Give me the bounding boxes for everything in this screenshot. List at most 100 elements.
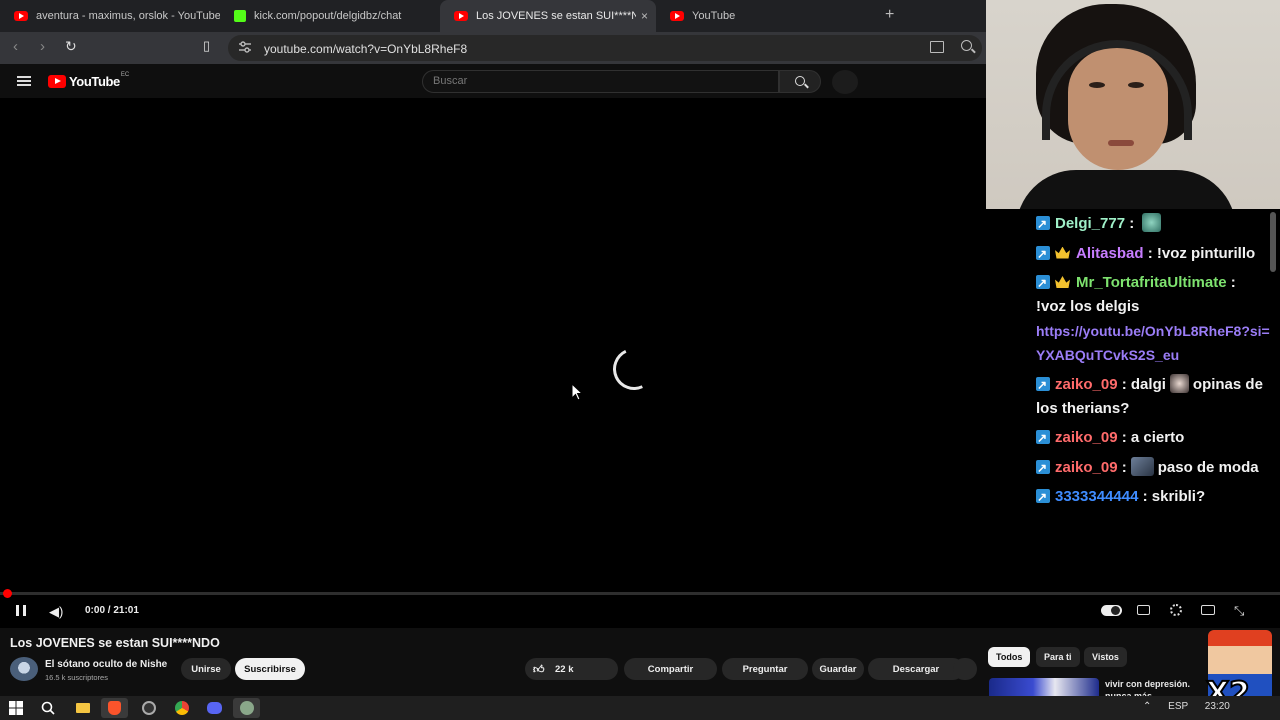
chat-username: zaiko_09	[1055, 458, 1118, 476]
channel-avatar[interactable]	[10, 657, 38, 681]
browser-tab-strip: aventura - maximus, orslok - YouTube kic…	[0, 0, 986, 32]
obs-icon[interactable]	[135, 698, 162, 718]
file-explorer-icon[interactable]	[69, 698, 96, 718]
youtube-icon	[14, 11, 28, 21]
chat-username: zaiko_09	[1055, 429, 1118, 446]
search-icon	[795, 76, 805, 86]
chevron-up-icon[interactable]: ⌃	[1143, 701, 1151, 712]
reload-icon[interactable]: ↻	[65, 38, 77, 55]
volume-icon[interactable]: ◀)	[49, 604, 63, 620]
back-arrow-icon[interactable]: ‹	[13, 38, 18, 55]
youtube-logo-text: YouTube	[69, 74, 120, 89]
emote-icon	[1130, 456, 1154, 476]
discord-icon[interactable]	[201, 698, 228, 718]
search-box[interactable]	[422, 70, 779, 93]
chat-text: paso de moda	[1157, 458, 1259, 476]
tab-title: YouTube	[692, 10, 736, 22]
bookmark-icon[interactable]: ▯	[203, 38, 210, 54]
windows-start-icon[interactable]	[9, 701, 23, 715]
video-info-area: Los JOVENES se estan SUI****NDO El sótan…	[0, 628, 1280, 696]
chat-text: !voz los delgis	[1036, 298, 1140, 315]
crown-icon	[1055, 246, 1070, 259]
tab-title: aventura - maximus, orslok - YouTube	[36, 10, 220, 22]
webcam-figure	[1016, 170, 1236, 209]
kick-badge-icon	[1036, 212, 1050, 236]
kick-badge-icon	[1036, 456, 1050, 480]
channel-name[interactable]: El sótano oculto de Nishe	[45, 659, 167, 670]
chat-link[interactable]: https://youtu.be/OnYbL8RheF8?si=YXABQuTC…	[1036, 319, 1276, 367]
chip-all[interactable]: Todos	[988, 647, 1031, 667]
youtube-logo[interactable]: YouTube EC	[48, 72, 129, 89]
search-input[interactable]	[433, 75, 763, 87]
windows-taskbar: ⌃ ESP 23:20	[0, 696, 1280, 720]
emote-icon	[1142, 213, 1162, 232]
chrome-icon[interactable]	[168, 698, 195, 718]
cast-icon[interactable]	[930, 41, 944, 53]
browser-tab-youtube[interactable]: YouTube	[656, 0, 856, 32]
zoom-icon[interactable]	[961, 40, 972, 51]
browser-tab-kick-chat[interactable]: kick.com/popout/delgidbz/chat	[220, 0, 440, 32]
chat-separator: :	[1230, 274, 1236, 291]
chat-username: Alitasbad	[1076, 244, 1144, 262]
chat-scrollbar[interactable]	[1270, 212, 1276, 272]
clock[interactable]: 23:20	[1205, 701, 1230, 712]
kick-badge-icon	[1036, 271, 1050, 295]
chat-message: Delgi_777 :	[1036, 212, 1276, 236]
webcam-figure	[1108, 140, 1134, 146]
browser-tab-aventura[interactable]: aventura - maximus, orslok - YouTube	[0, 0, 220, 32]
kick-badge-icon	[1036, 426, 1050, 450]
video-title: Los JOVENES se estan SUI****NDO	[10, 636, 220, 650]
scrubber-handle[interactable]	[3, 589, 12, 598]
browser-toolbar: ‹ › ↻ ▯ youtube.com/watch?v=OnYbL8RheF8	[0, 32, 986, 64]
gear-icon[interactable]	[1170, 604, 1182, 616]
brave-browser-icon[interactable]	[101, 698, 128, 718]
autoplay-toggle[interactable]	[1101, 605, 1122, 616]
subtitles-icon[interactable]	[1137, 605, 1150, 615]
recommended-video-thumbnail[interactable]	[989, 678, 1099, 696]
chat-separator: :	[1129, 215, 1135, 232]
search-button[interactable]	[779, 70, 821, 93]
theater-mode-icon[interactable]	[1201, 605, 1215, 615]
voice-search-button[interactable]	[832, 70, 858, 94]
ask-button[interactable]: Preguntar	[722, 658, 808, 680]
thumbs-up-icon: 👍︎	[533, 664, 545, 676]
chat-text: skribli?	[1151, 488, 1206, 505]
language-indicator[interactable]: ESP	[1168, 701, 1188, 712]
site-settings-icon[interactable]	[238, 40, 252, 54]
browser-tab-current-video[interactable]: Los JOVENES se estan SUI****NDO ×	[440, 0, 656, 32]
progress-bar[interactable]	[0, 589, 1280, 598]
chat-message: zaiko_09 : paso de moda	[1036, 456, 1276, 480]
app-icon[interactable]	[233, 698, 260, 718]
menu-icon[interactable]	[17, 76, 31, 86]
join-button[interactable]: Unirse	[181, 658, 231, 680]
stream-chat: Delgi_777 : Alitasbad : !voz pinturillo …	[1036, 212, 1276, 515]
pause-icon[interactable]	[16, 605, 26, 616]
chip-watched[interactable]: Vistos	[1084, 647, 1127, 667]
crown-icon	[1055, 276, 1070, 288]
recommended-video-title[interactable]: vivir con depresión. nunca más	[1105, 678, 1205, 696]
like-button[interactable]: 👍︎ 22 k	[525, 658, 618, 680]
chat-username: zaiko_09	[1055, 375, 1118, 393]
share-button[interactable]: Compartir	[624, 658, 717, 680]
chat-message: zaiko_09 : dalgiopinas de los therians?	[1036, 373, 1276, 421]
fullscreen-icon[interactable]: ⤡	[1234, 603, 1244, 619]
chat-username: Mr_TortafritaUltimate	[1076, 274, 1227, 291]
search-icon[interactable]	[41, 701, 55, 715]
chat-username: 3333344444	[1055, 488, 1139, 505]
address-bar[interactable]: youtube.com/watch?v=OnYbL8RheF8	[228, 35, 982, 61]
loading-spinner	[607, 342, 661, 396]
more-actions-button[interactable]	[953, 658, 977, 680]
forward-arrow-icon[interactable]: ›	[40, 38, 45, 55]
download-button[interactable]: Descargar	[868, 658, 964, 680]
chat-separator: :	[1121, 375, 1127, 393]
url-text[interactable]: youtube.com/watch?v=OnYbL8RheF8	[264, 42, 467, 56]
subscribe-button[interactable]: Suscribirse	[235, 658, 305, 680]
chat-message: Alitasbad : !voz pinturillo	[1036, 242, 1276, 266]
save-button[interactable]: Guardar	[812, 658, 864, 680]
system-tray: ⌃ ESP 23:20	[1143, 701, 1230, 712]
time-display: 0:00 / 21:01	[85, 605, 139, 616]
chip-for-you[interactable]: Para ti	[1036, 647, 1080, 667]
close-tab-icon[interactable]: ×	[641, 9, 648, 23]
chat-separator: :	[1121, 429, 1127, 446]
new-tab-button[interactable]: +	[885, 6, 894, 24]
